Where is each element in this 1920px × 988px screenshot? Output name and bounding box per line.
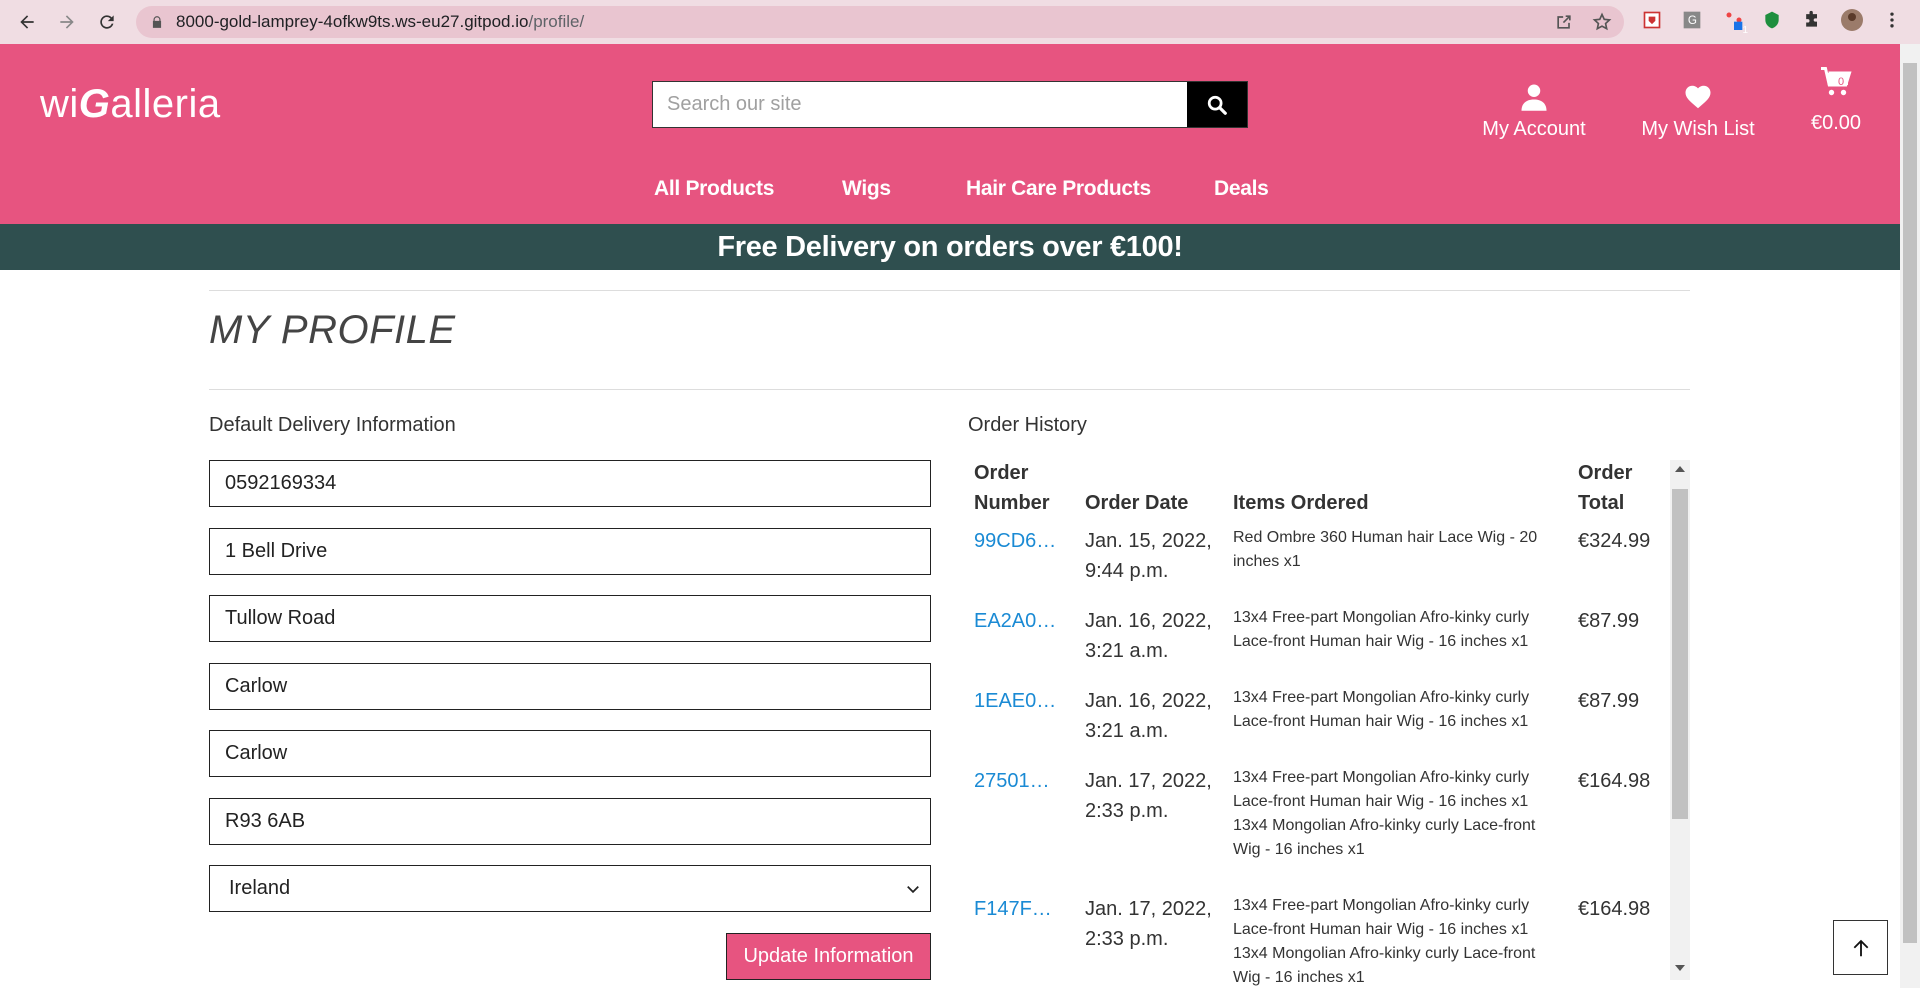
- bookmark-star-icon[interactable]: [1592, 12, 1612, 32]
- user-icon: [1521, 84, 1547, 111]
- my-account-link[interactable]: My Account: [1475, 82, 1593, 141]
- items-ordered: Red Ombre 360 Human hair Lace Wig - 20 i…: [1233, 529, 1538, 570]
- street-address-2-field[interactable]: Tullow Road: [209, 595, 931, 642]
- address-bar[interactable]: 8000-gold-lamprey-4ofkw9ts.ws-eu27.gitpo…: [136, 6, 1624, 38]
- reload-icon[interactable]: [90, 5, 124, 39]
- phone-value: 0592169334: [225, 472, 337, 494]
- nav-wigs[interactable]: Wigs: [842, 177, 891, 201]
- delivery-info-heading: Default Delivery Information: [209, 414, 456, 436]
- street-address-1-value: 1 Bell Drive: [225, 540, 328, 562]
- page-scroll-thumb[interactable]: [1903, 63, 1917, 943]
- postcode-field[interactable]: R93 6AB: [209, 798, 931, 845]
- my-account-label: My Account: [1482, 118, 1586, 140]
- update-information-button[interactable]: Update Information: [726, 933, 931, 980]
- order-total: €324.99: [1578, 530, 1651, 552]
- kebab-menu-icon[interactable]: [1880, 8, 1904, 32]
- divider: [209, 290, 1690, 291]
- scroll-up-arrow-icon[interactable]: [1675, 464, 1685, 474]
- wish-list-link[interactable]: My Wish List: [1636, 82, 1760, 141]
- search-input[interactable]: [653, 82, 1187, 127]
- order-history-scroll-thumb[interactable]: [1672, 489, 1688, 819]
- items-ordered: 13x4 Free-part Mongolian Afro-kinky curl…: [1233, 689, 1530, 730]
- forward-arrow-icon[interactable]: [50, 5, 84, 39]
- col-header-items-ordered: Items Ordered: [1233, 492, 1369, 514]
- order-history-table: Order Number Order Date Items Ordered Ord…: [968, 458, 1690, 988]
- order-number-link[interactable]: 99CD6…: [974, 526, 1056, 556]
- order-date: Jan. 16, 2022, 3:21 a.m.: [1085, 610, 1212, 662]
- extension-badge: 1: [1742, 25, 1748, 36]
- profile-avatar[interactable]: [1840, 8, 1864, 32]
- search-bar: [652, 81, 1248, 128]
- extension-shield-icon[interactable]: [1640, 8, 1664, 32]
- order-total: €164.98: [1578, 898, 1651, 920]
- wish-list-label: My Wish List: [1641, 118, 1755, 140]
- chevron-down-icon: [907, 885, 919, 893]
- order-total: €164.98: [1578, 770, 1651, 792]
- county-value: Carlow: [225, 742, 288, 764]
- postcode-value: R93 6AB: [225, 810, 306, 832]
- order-date: Jan. 17, 2022, 2:33 p.m.: [1085, 770, 1212, 822]
- cart-total: €0.00: [1810, 112, 1862, 134]
- puzzle-extensions-icon[interactable]: [1800, 8, 1824, 32]
- order-number-link[interactable]: 1EAE0…: [974, 686, 1056, 716]
- order-number-link[interactable]: EA2A0…: [974, 606, 1056, 636]
- extension-green-shield-icon[interactable]: [1760, 8, 1784, 32]
- county-field[interactable]: Carlow: [209, 730, 931, 777]
- street-address-2-value: Tullow Road: [225, 607, 336, 629]
- arrow-up-icon: [1853, 939, 1868, 956]
- cart-count-badge: 0: [1838, 76, 1845, 88]
- free-delivery-banner: Free Delivery on orders over €100!: [0, 224, 1900, 270]
- url-text: 8000-gold-lamprey-4ofkw9ts.ws-eu27.gitpo…: [176, 12, 585, 31]
- site-logo[interactable]: wiGalleria: [40, 82, 221, 127]
- items-ordered: 13x4 Free-part Mongolian Afro-kinky curl…: [1233, 769, 1536, 858]
- country-select[interactable]: Ireland: [209, 865, 931, 912]
- order-date: Jan. 15, 2022, 9:44 p.m.: [1085, 530, 1212, 582]
- extension-network-icon[interactable]: 1: [1722, 8, 1748, 36]
- scroll-down-arrow-icon[interactable]: [1675, 963, 1685, 973]
- street-address-1-field[interactable]: 1 Bell Drive: [209, 528, 931, 575]
- phone-field[interactable]: 0592169334: [209, 460, 931, 507]
- search-button[interactable]: [1187, 82, 1247, 127]
- order-number-link[interactable]: 27501…: [974, 766, 1050, 796]
- search-icon: [1207, 95, 1227, 115]
- town-field[interactable]: Carlow: [209, 663, 931, 710]
- cart-link[interactable]: 0 €0.00: [1806, 64, 1866, 135]
- town-value: Carlow: [225, 675, 288, 697]
- share-icon[interactable]: [1554, 12, 1574, 32]
- back-to-top-button[interactable]: [1833, 920, 1888, 975]
- lock-icon: [152, 16, 162, 28]
- extension-g-icon[interactable]: G: [1680, 8, 1704, 32]
- order-date: Jan. 17, 2022, 2:33 p.m.: [1085, 898, 1212, 950]
- order-total: €87.99: [1578, 610, 1640, 632]
- nav-all-products[interactable]: All Products: [654, 177, 774, 201]
- col-header-order-number: Order Number: [974, 462, 1050, 514]
- order-date: Jan. 16, 2022, 3:21 a.m.: [1085, 690, 1212, 742]
- col-header-order-date: Order Date: [1085, 492, 1189, 514]
- heart-icon: [1685, 85, 1711, 109]
- order-total: €87.99: [1578, 690, 1640, 712]
- site-header: wiGalleria My Account My Wish List 0 €0.…: [0, 44, 1900, 224]
- nav-hair-care-products[interactable]: Hair Care Products: [966, 177, 1151, 201]
- browser-toolbar: 8000-gold-lamprey-4ofkw9ts.ws-eu27.gitpo…: [0, 0, 1920, 44]
- divider: [209, 389, 1690, 390]
- order-history-heading: Order History: [968, 414, 1087, 436]
- shopping-cart-icon: [1821, 67, 1852, 96]
- back-arrow-icon[interactable]: [10, 5, 44, 39]
- page-title: MY PROFILE: [209, 308, 456, 352]
- nav-deals[interactable]: Deals: [1214, 177, 1269, 201]
- main-nav: All Products Wigs Hair Care Products Dea…: [0, 177, 1900, 207]
- svg-text:G: G: [1688, 14, 1697, 27]
- items-ordered: 13x4 Free-part Mongolian Afro-kinky curl…: [1233, 609, 1530, 650]
- country-value: Ireland: [229, 877, 291, 899]
- items-ordered: 13x4 Free-part Mongolian Afro-kinky curl…: [1233, 897, 1536, 986]
- order-number-link[interactable]: F147F…: [974, 894, 1052, 924]
- col-header-order-total: Order Total: [1578, 462, 1633, 514]
